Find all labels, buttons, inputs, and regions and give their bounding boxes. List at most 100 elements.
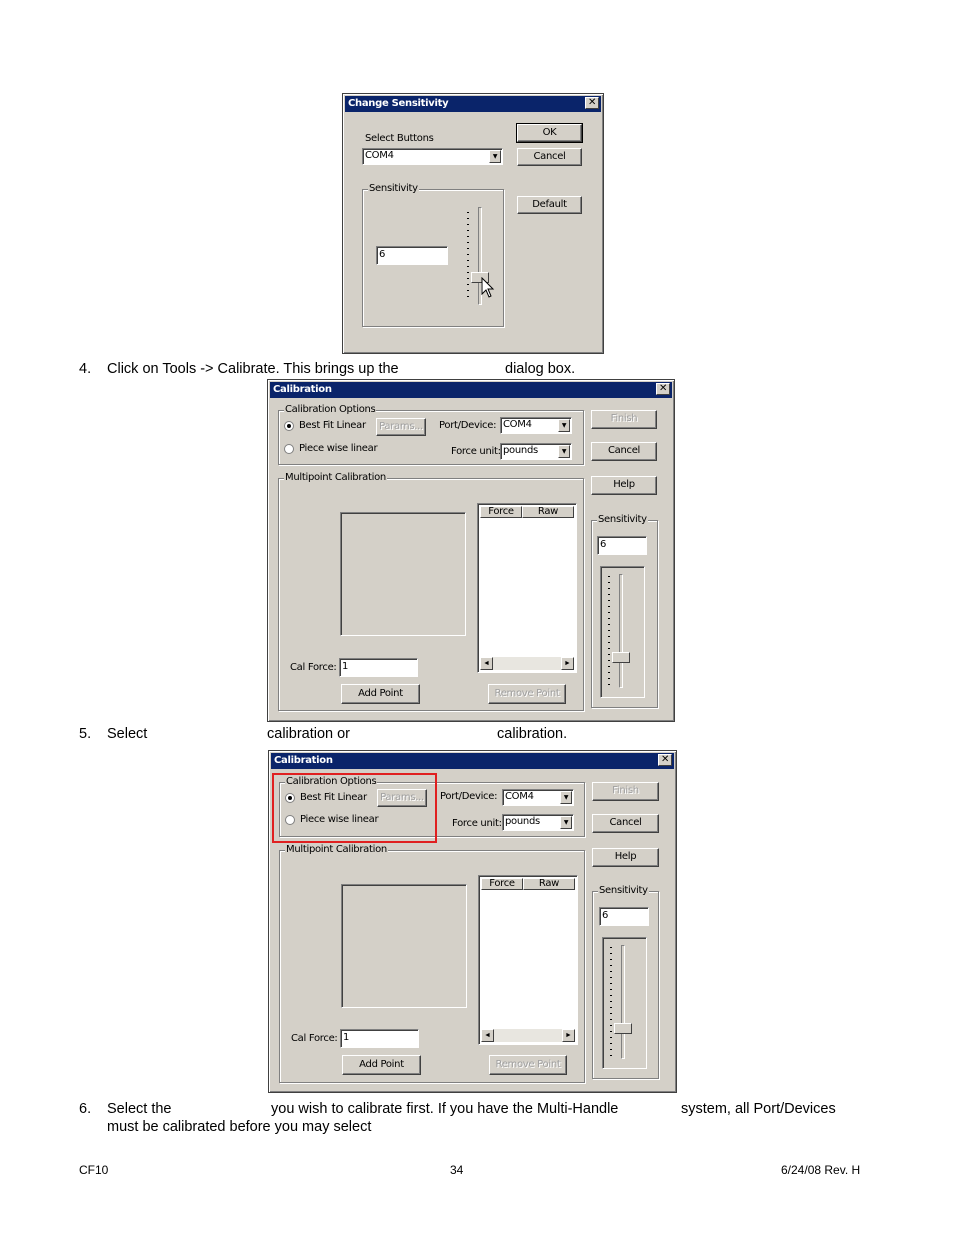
params-button[interactable]: Params... [376, 418, 426, 436]
best-fit-linear-radio[interactable] [284, 421, 294, 431]
port-device-label: Port/Device: [440, 791, 498, 802]
remove-point-button[interactable]: Remove Point [489, 1055, 567, 1075]
mouse-cursor-icon [481, 277, 495, 298]
remove-point-button[interactable]: Remove Point [488, 684, 566, 704]
calibration-options-label: Calibration Options [284, 404, 377, 415]
cal-force-value: 1 [343, 1032, 350, 1043]
slider-ticks [610, 947, 612, 1057]
chevron-down-icon[interactable]: ▼ [560, 816, 572, 829]
help-button[interactable]: Help [592, 848, 659, 867]
sensitivity-input[interactable]: 6 [599, 907, 649, 926]
step-5-number: 5. [79, 726, 92, 742]
sensitivity-slider-track[interactable] [619, 574, 623, 688]
step-6-text-c: system, all Port/Devices [681, 1101, 836, 1117]
sensitivity-slider-track[interactable] [621, 945, 625, 1059]
force-unit-value: pounds [505, 816, 540, 827]
dialog-title: Calibration [273, 384, 332, 395]
sensitivity-group-label: Sensitivity [597, 514, 648, 525]
best-fit-linear-label: Best Fit Linear [299, 420, 366, 431]
piece-wise-linear-radio[interactable] [284, 444, 294, 454]
column-header-force[interactable]: Force [480, 506, 522, 518]
default-button[interactable]: Default [517, 196, 582, 214]
finish-button[interactable]: Finish [591, 410, 657, 429]
cancel-button[interactable]: Cancel [592, 814, 659, 833]
dialog-title: Change Sensitivity [348, 98, 449, 109]
scroll-left-icon[interactable]: ◄ [480, 657, 493, 670]
port-device-value: COM4 [503, 419, 532, 430]
piece-wise-linear-label: Piece wise linear [299, 443, 378, 454]
port-device-combo[interactable]: COM4 ▼ [500, 417, 572, 434]
port-device-value: COM4 [505, 791, 534, 802]
ok-button[interactable]: OK [516, 123, 583, 143]
cal-force-value: 1 [342, 661, 349, 672]
select-buttons-combo[interactable]: COM4 ▼ [362, 148, 503, 165]
change-sensitivity-dialog: Change Sensitivity ✕ Select Buttons COM4… [342, 93, 604, 354]
footer-left: CF10 [79, 1163, 109, 1177]
force-raw-list[interactable]: Force Raw ◄ ► [478, 875, 578, 1045]
cal-force-input[interactable]: 1 [339, 658, 418, 677]
cal-force-label: Cal Force: [290, 662, 337, 673]
close-icon[interactable]: ✕ [585, 97, 599, 109]
horizontal-scrollbar[interactable]: ◄ ► [480, 657, 574, 670]
chevron-down-icon[interactable]: ▼ [558, 445, 570, 458]
chevron-down-icon[interactable]: ▼ [560, 791, 572, 804]
port-device-label: Port/Device: [439, 420, 497, 431]
calibration-plot-area [341, 884, 467, 1008]
sensitivity-value: 6 [379, 249, 386, 260]
scroll-left-icon[interactable]: ◄ [481, 1029, 494, 1042]
finish-button[interactable]: Finish [592, 782, 659, 801]
close-icon[interactable]: ✕ [656, 383, 670, 395]
step-4-text: Click on Tools -> Calibrate. This brings… [107, 361, 399, 377]
force-unit-value: pounds [503, 445, 538, 456]
slider-ticks [608, 576, 610, 686]
add-point-button[interactable]: Add Point [341, 684, 420, 704]
sensitivity-group-label: Sensitivity [598, 885, 649, 896]
chevron-down-icon[interactable]: ▼ [489, 150, 501, 163]
port-device-combo[interactable]: COM4 ▼ [502, 789, 574, 806]
step-6-text-line2: must be calibrated before you may select [107, 1119, 372, 1135]
cal-force-input[interactable]: 1 [340, 1029, 419, 1048]
scroll-right-icon[interactable]: ► [562, 1029, 575, 1042]
multipoint-calibration-label: Multipoint Calibration [284, 472, 387, 483]
force-unit-combo[interactable]: pounds ▼ [502, 814, 574, 831]
multipoint-calibration-label: Multipoint Calibration [285, 844, 388, 855]
step-5-text-end: calibration. [497, 726, 568, 742]
cancel-button[interactable]: Cancel [591, 442, 657, 461]
sensitivity-slider-thumb[interactable] [614, 1023, 632, 1034]
horizontal-scrollbar[interactable]: ◄ ► [481, 1029, 575, 1042]
step-4-number: 4. [79, 361, 92, 377]
force-unit-label: Force unit: [452, 818, 502, 829]
calibration-options-highlight [272, 773, 437, 843]
force-unit-combo[interactable]: pounds ▼ [500, 443, 572, 460]
force-raw-list[interactable]: Force Raw ◄ ► [477, 503, 577, 673]
sensitivity-value: 6 [602, 910, 609, 921]
column-header-force[interactable]: Force [481, 878, 523, 890]
step-5-text: Select [107, 726, 148, 742]
select-buttons-label: Select Buttons [365, 133, 434, 144]
dialog-title-bar: Calibration ✕ [270, 382, 672, 398]
help-button[interactable]: Help [591, 476, 657, 495]
scroll-right-icon[interactable]: ► [561, 657, 574, 670]
slider-ticks [467, 212, 469, 302]
sensitivity-group-label: Sensitivity [368, 183, 419, 194]
chevron-down-icon[interactable]: ▼ [558, 419, 570, 432]
cancel-button[interactable]: Cancel [517, 148, 582, 166]
step-6-number: 6. [79, 1101, 92, 1117]
dialog-title-bar: Change Sensitivity ✕ [345, 96, 601, 112]
calibration-dialog-1: Calibration ✕ Calibration Options Best F… [267, 379, 675, 722]
select-buttons-value: COM4 [365, 150, 394, 161]
force-unit-label: Force unit: [451, 446, 501, 457]
column-header-raw[interactable]: Raw [523, 878, 575, 890]
dialog-title-bar: Calibration ✕ [271, 753, 674, 769]
column-header-raw[interactable]: Raw [522, 506, 574, 518]
calibration-dialog-2: Calibration ✕ Calibration Options Best F… [268, 750, 677, 1093]
sensitivity-input[interactable]: 6 [597, 536, 647, 555]
dialog-title: Calibration [274, 755, 333, 766]
sensitivity-value: 6 [600, 539, 607, 550]
step-4-text-end: dialog box. [505, 361, 576, 377]
close-icon[interactable]: ✕ [658, 754, 672, 766]
add-point-button[interactable]: Add Point [342, 1055, 421, 1075]
sensitivity-input[interactable]: 6 [376, 246, 448, 265]
step-6-text-a: Select the [107, 1101, 172, 1117]
sensitivity-slider-thumb[interactable] [612, 652, 630, 663]
